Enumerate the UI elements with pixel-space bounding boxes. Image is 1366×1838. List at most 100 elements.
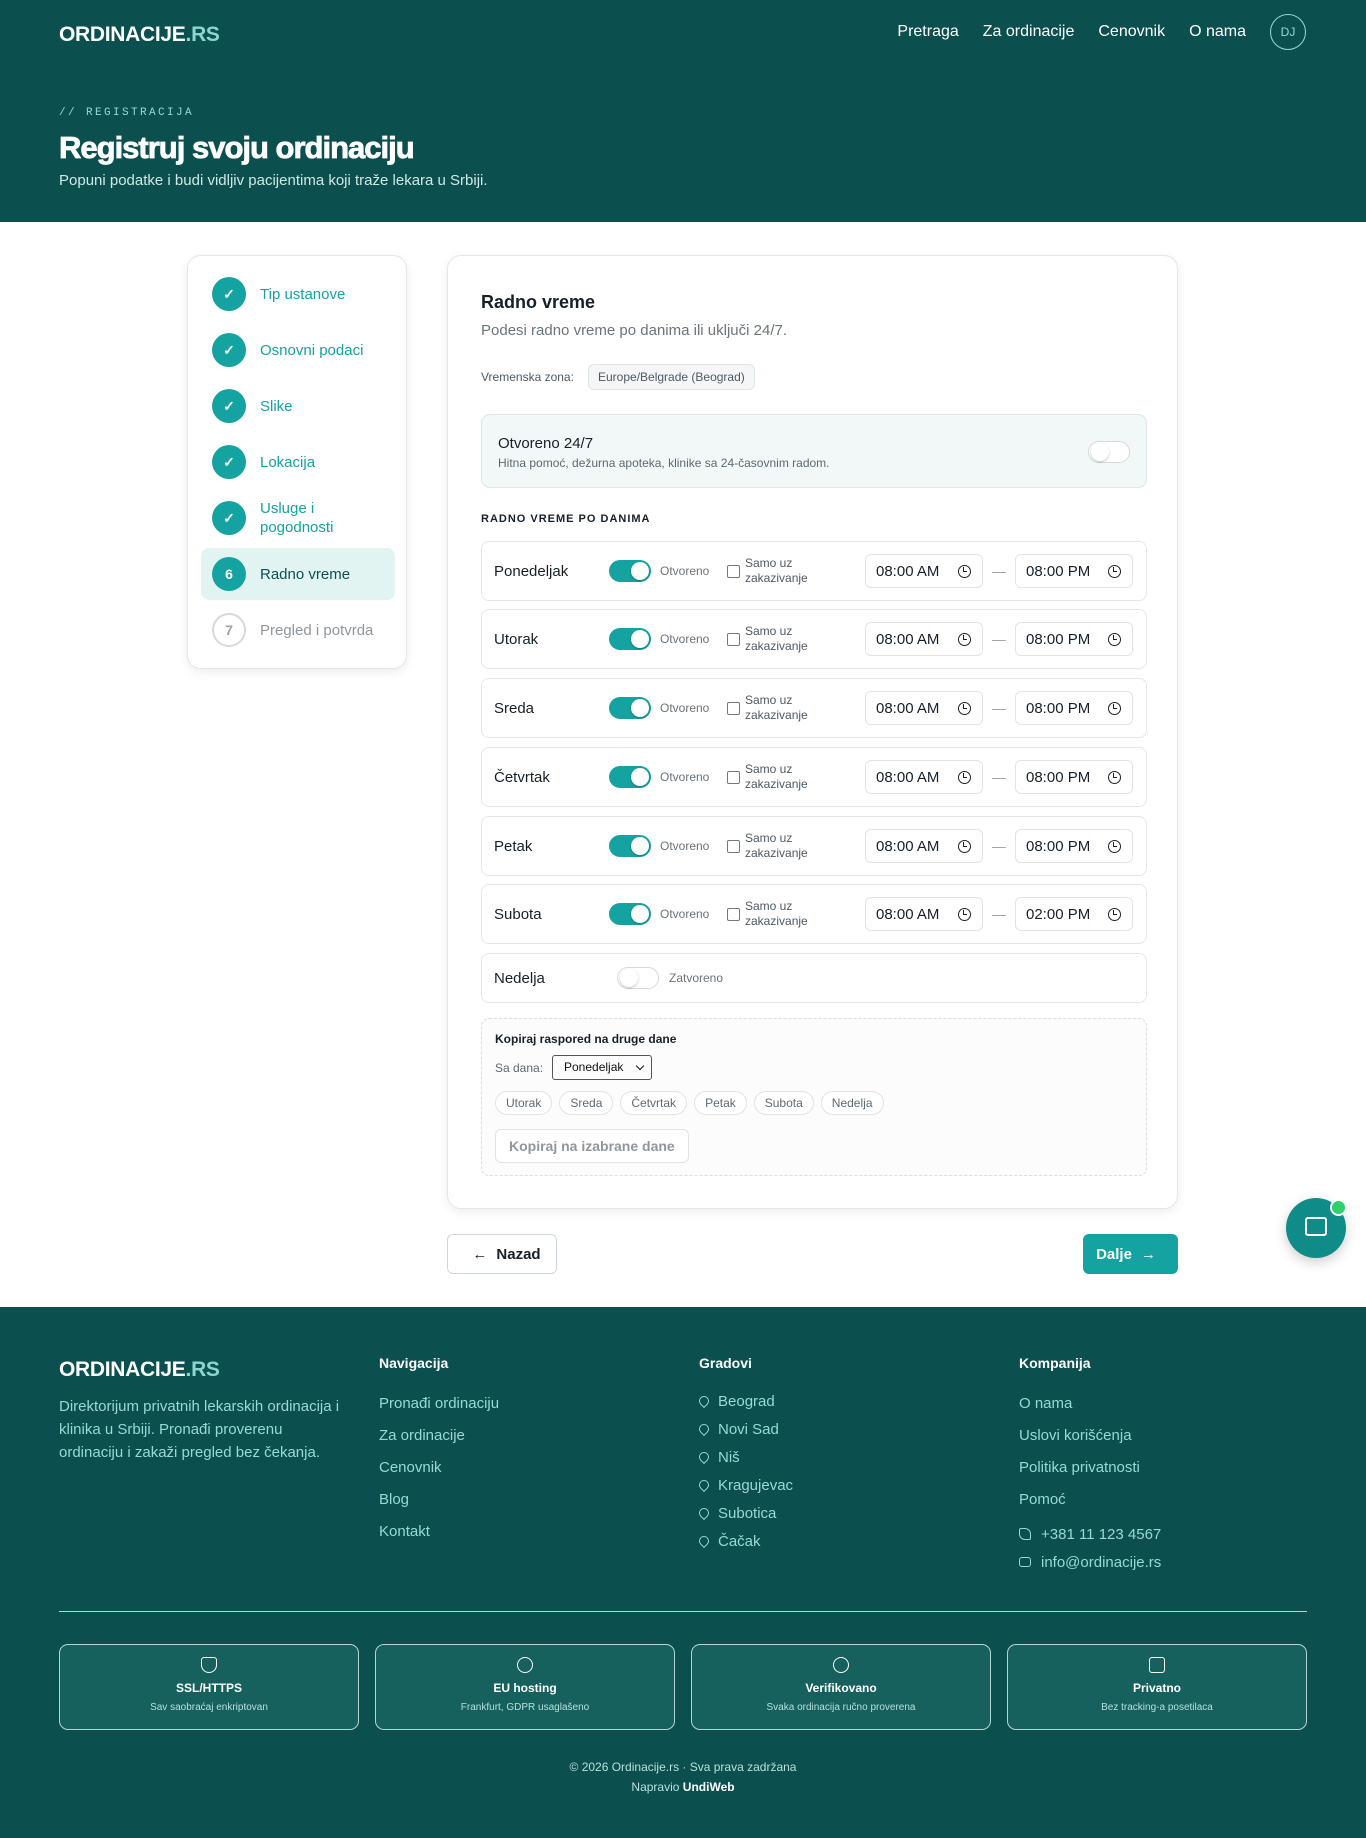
step-pregled-i-potvrda[interactable]: 7 Pregled i potvrda <box>201 604 395 656</box>
footer-link[interactable]: Pronađi ordinaciju <box>379 1387 499 1419</box>
time-to-input[interactable]: 08:00 PM <box>1015 829 1133 863</box>
map-pin-icon <box>696 1449 712 1465</box>
page-subtitle: Popuni podatke i budi vidljiv pacijentim… <box>59 172 488 189</box>
footer-link[interactable]: O nama <box>1019 1387 1161 1419</box>
footer-divider <box>59 1611 1307 1612</box>
copy-target-chip[interactable]: Četvrtak <box>620 1091 688 1115</box>
appointment-only-checkbox[interactable] <box>727 701 740 715</box>
day-state-label: Otvoreno <box>660 632 710 646</box>
back-button-label: Nazad <box>496 1245 541 1263</box>
badge-eu-hosting: EU hosting Frankfurt, GDPR usaglašeno <box>375 1644 675 1730</box>
time-to-value: 08:00 PM <box>1026 699 1091 717</box>
copy-from-select[interactable]: Ponedeljak <box>552 1055 652 1080</box>
time-to-input[interactable]: 08:00 PM <box>1015 760 1133 794</box>
footer-link[interactable]: Uslovi korišćenja <box>1019 1419 1161 1451</box>
open-24-7-toggle[interactable] <box>1088 441 1130 463</box>
footer-city-link[interactable]: Subotica <box>696 1499 793 1527</box>
nav-item-pretraga[interactable]: Pretraga <box>897 23 958 41</box>
footer-link[interactable]: Cenovnik <box>379 1451 499 1483</box>
footer-city-link[interactable]: Novi Sad <box>696 1415 793 1443</box>
time-to-input[interactable]: 02:00 PM <box>1015 897 1133 931</box>
copy-target-chip[interactable]: Nedelja <box>820 1091 884 1115</box>
time-separator: — <box>992 631 1006 647</box>
city-name: Novi Sad <box>718 1420 779 1438</box>
footer-city-link[interactable]: Čačak <box>696 1527 793 1555</box>
time-from-input[interactable]: 08:00 AM <box>865 829 983 863</box>
appointment-only-checkbox[interactable] <box>727 632 740 646</box>
made-by-link[interactable]: UndiWeb <box>683 1780 735 1794</box>
nav-item-o-nama[interactable]: O nama <box>1189 23 1246 41</box>
day-open-toggle[interactable] <box>617 967 659 989</box>
footer-link[interactable]: Za ordinacije <box>379 1419 499 1451</box>
clock-icon <box>958 702 971 715</box>
toggle-knob <box>1091 443 1109 461</box>
step-number: 7 <box>212 613 246 647</box>
footer-link[interactable]: Pomoć <box>1019 1483 1161 1515</box>
card-title: Radno vreme <box>481 292 596 312</box>
footer-link[interactable]: Blog <box>379 1483 499 1515</box>
time-to-input[interactable]: 08:00 PM <box>1015 554 1133 588</box>
appointment-only-checkbox[interactable] <box>727 907 740 921</box>
day-open-toggle[interactable] <box>609 835 651 857</box>
footer-phone[interactable]: +381 11 123 4567 <box>1019 1520 1161 1548</box>
day-name: Nedelja <box>494 969 545 987</box>
time-from-input[interactable]: 08:00 AM <box>865 622 983 656</box>
time-from-input[interactable]: 08:00 AM <box>865 554 983 588</box>
step-usluge-i-pogodnosti[interactable]: ✓ Usluge i pogodnosti <box>201 492 395 544</box>
working-hours-card: Radno vreme Podesi radno vreme po danima… <box>447 255 1178 1209</box>
step-slike[interactable]: ✓ Slike <box>201 380 395 432</box>
nav-item-za-ordinacije[interactable]: Za ordinacije <box>983 23 1075 41</box>
step-lokacija[interactable]: ✓ Lokacija <box>201 436 395 488</box>
day-open-toggle[interactable] <box>609 560 651 582</box>
appointment-only-label: Samo uz zakazivanje <box>745 624 808 653</box>
phone-number: +381 11 123 4567 <box>1041 1525 1162 1543</box>
time-separator: — <box>992 769 1006 785</box>
time-to-input[interactable]: 08:00 PM <box>1015 622 1133 656</box>
day-open-toggle[interactable] <box>609 628 651 650</box>
footer-logo[interactable]: ORDINACIJE.RS <box>59 1358 220 1382</box>
copy-schedule-button[interactable]: Kopiraj na izabrane dane <box>495 1129 689 1163</box>
day-open-toggle[interactable] <box>609 697 651 719</box>
footer-city-link[interactable]: Kragujevac <box>696 1471 793 1499</box>
appointment-only-checkbox[interactable] <box>727 839 740 853</box>
next-button[interactable]: Dalje → <box>1083 1234 1178 1274</box>
step-tip-ustanove[interactable]: ✓ Tip ustanove <box>201 268 395 320</box>
step-osnovni-podaci[interactable]: ✓ Osnovni podaci <box>201 324 395 376</box>
appointment-only-checkbox[interactable] <box>727 770 740 784</box>
time-to-input[interactable]: 08:00 PM <box>1015 691 1133 725</box>
footer-link[interactable]: Kontakt <box>379 1515 499 1547</box>
day-name: Ponedeljak <box>494 562 569 580</box>
time-from-input[interactable]: 08:00 AM <box>865 760 983 794</box>
time-separator: — <box>992 838 1006 854</box>
footer-navigation: Navigacija Pronađi ordinaciju Za ordinac… <box>379 1355 499 1547</box>
footer-city-link[interactable]: Niš <box>696 1443 793 1471</box>
arrow-right-icon: → <box>1140 1245 1156 1263</box>
check-icon: ✓ <box>212 445 246 479</box>
footer-company: Kompanija O nama Uslovi korišćenja Polit… <box>1019 1355 1161 1576</box>
footer-link[interactable]: Politika privatnosti <box>1019 1451 1161 1483</box>
copy-target-chip[interactable]: Petak <box>694 1091 747 1115</box>
day-open-toggle[interactable] <box>609 766 651 788</box>
toggle-knob <box>631 905 649 923</box>
brand-logo[interactable]: ORDINACIJE.RS <box>59 23 220 47</box>
copy-target-chip[interactable]: Utorak <box>495 1091 553 1115</box>
time-from-input[interactable]: 08:00 AM <box>865 897 983 931</box>
back-button[interactable]: ← Nazad <box>447 1234 557 1274</box>
time-from-input[interactable]: 08:00 AM <box>865 691 983 725</box>
footer-city-link[interactable]: Beograd <box>696 1387 793 1415</box>
copy-target-chip[interactable]: Subota <box>753 1091 814 1115</box>
step-radno-vreme[interactable]: 6 Radno vreme <box>201 548 395 600</box>
brand-suffix: .RS <box>185 1358 220 1381</box>
day-state-label: Otvoreno <box>660 770 710 784</box>
copy-target-chip[interactable]: Sreda <box>559 1091 614 1115</box>
avatar[interactable]: DJ <box>1270 14 1306 50</box>
footer-email[interactable]: info@ordinacije.rs <box>1019 1548 1161 1576</box>
appointment-only-label: Samo uz zakazivanje <box>745 899 808 928</box>
appointment-only-checkbox[interactable] <box>727 564 740 578</box>
nav-item-cenovnik[interactable]: Cenovnik <box>1098 23 1165 41</box>
chat-button[interactable] <box>1286 1198 1347 1258</box>
check-icon: ✓ <box>212 333 246 367</box>
clock-icon <box>958 771 971 784</box>
step-label: Lokacija <box>260 453 316 471</box>
day-open-toggle[interactable] <box>609 903 651 925</box>
